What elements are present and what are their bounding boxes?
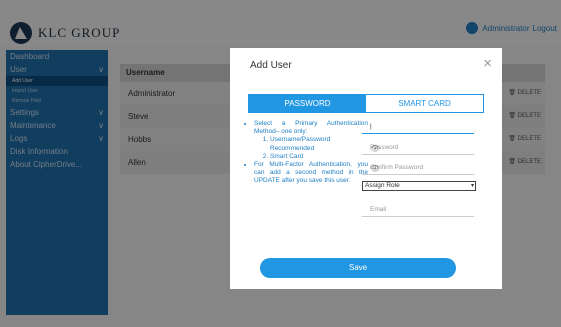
eye-icon[interactable]: 👁 — [370, 164, 468, 173]
instruction-option: Smart Card — [270, 153, 368, 161]
text-cursor: | — [370, 123, 372, 130]
auth-instructions: Select a Primary Authentication Method– … — [246, 120, 368, 186]
eye-icon[interactable]: 👁 — [370, 144, 468, 153]
assign-role-value: Assign Role — [365, 182, 400, 189]
confirm-password-field[interactable]: Confirm Password 👁 — [362, 161, 474, 175]
dialog-title: Add User — [250, 60, 292, 71]
chevron-down-icon: ▾ — [470, 183, 474, 189]
close-icon[interactable]: × — [483, 55, 492, 72]
auth-method-tabs: PASSWORD SMART CARD — [248, 94, 484, 113]
save-button[interactable]: Save — [260, 258, 456, 278]
email-placeholder: Email — [370, 206, 387, 213]
instruction-text: Select a Primary Authentication Method– … — [254, 120, 368, 136]
email-field[interactable]: Email — [362, 203, 474, 217]
password-field[interactable]: Password 👁 — [362, 141, 474, 155]
tab-smart-card[interactable]: SMART CARD — [366, 95, 483, 112]
instruction-primary: Select a Primary Authentication Method– … — [254, 120, 368, 161]
username-field[interactable]: | — [362, 120, 474, 134]
assign-role-select[interactable]: Assign Role ▾ — [362, 181, 476, 191]
instruction-mfa: For Multi-Factor Authentication, you can… — [254, 161, 368, 186]
tab-password[interactable]: PASSWORD — [249, 95, 366, 112]
add-user-dialog: Add User × PASSWORD SMART CARD Select a … — [230, 48, 502, 289]
instruction-option: Username/Password Recommended — [270, 136, 368, 152]
